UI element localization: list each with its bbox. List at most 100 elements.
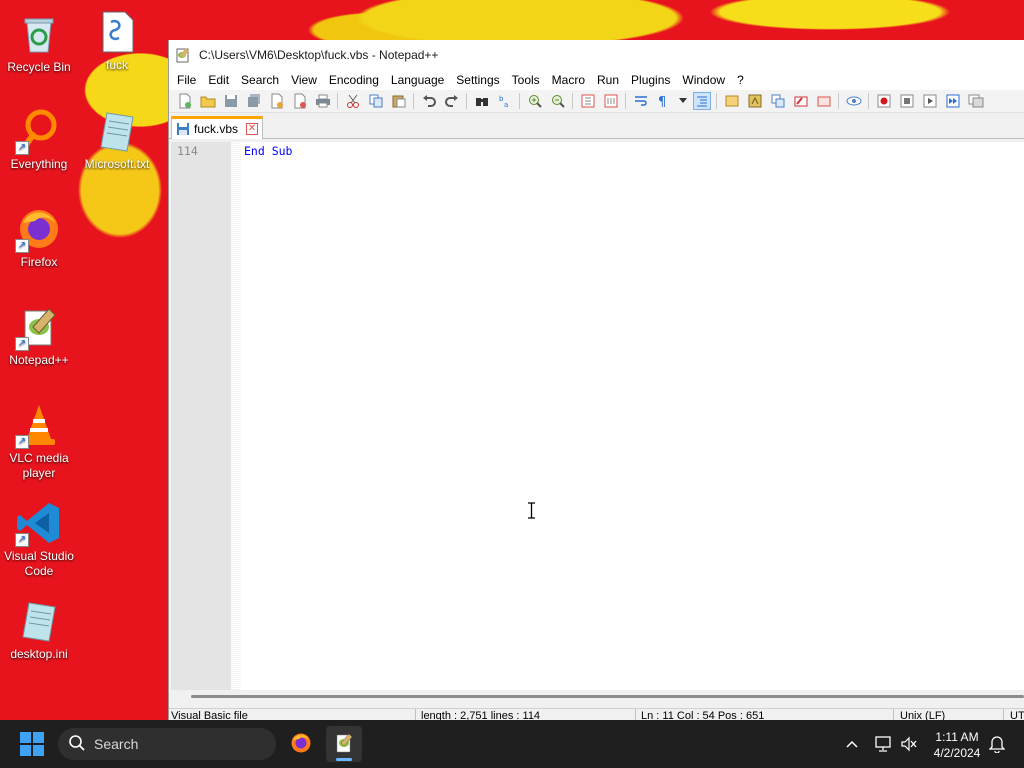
network-icon[interactable]: [873, 720, 893, 768]
menu-plugins[interactable]: Plugins: [625, 70, 676, 90]
desktop-icon-label: Notepad++: [9, 353, 69, 367]
desktop-icon-microsoft-txt[interactable]: Microsoft.txt: [78, 107, 156, 172]
windows-logo-icon: [20, 745, 31, 756]
desktop-icon-vscode[interactable]: ↗ Visual Studio Code: [0, 499, 78, 579]
find-icon[interactable]: [473, 92, 491, 110]
save-icon[interactable]: [222, 92, 240, 110]
line-number-gutter: 114: [171, 142, 231, 690]
search-icon: [68, 734, 86, 755]
scrollbar-thumb[interactable]: [191, 695, 1024, 698]
desktop-icon-notepadpp[interactable]: ↗ Notepad++: [0, 303, 78, 368]
show-all-characters-icon[interactable]: ¶: [655, 92, 673, 110]
tab-label: fuck.vbs: [194, 122, 239, 136]
menu-tools[interactable]: Tools: [506, 70, 546, 90]
menu-language[interactable]: Language: [385, 70, 450, 90]
code-line[interactable]: End Sub: [244, 144, 292, 158]
toolbar-separator: [716, 93, 717, 109]
menu-help[interactable]: ?: [731, 70, 750, 90]
menu-search[interactable]: Search: [235, 70, 285, 90]
recycle-bin-icon: [15, 10, 63, 58]
clock-date: 4/2/2024: [933, 746, 981, 760]
macro-stop-icon[interactable]: [898, 92, 916, 110]
new-file-icon[interactable]: [176, 92, 194, 110]
open-file-icon[interactable]: [199, 92, 217, 110]
desktop-icon-label: Recycle Bin: [7, 60, 71, 74]
search-label: Search: [94, 736, 139, 752]
macro-run-multiple-icon[interactable]: [944, 92, 962, 110]
menu-window[interactable]: Window: [676, 70, 731, 90]
close-all-icon[interactable]: [291, 92, 309, 110]
paste-icon[interactable]: [390, 92, 408, 110]
text-editor[interactable]: 114 End Sub: [171, 142, 1024, 690]
clock-time: 1:11 AM: [935, 730, 979, 744]
desktop-icon-everything[interactable]: ↗ Everything: [0, 107, 78, 172]
folder-as-workspace-icon[interactable]: [792, 92, 810, 110]
macro-record-icon[interactable]: [875, 92, 893, 110]
monitoring-icon[interactable]: [815, 92, 833, 110]
status-bar: Visual Basic file length : 2,751 lines :…: [169, 708, 1024, 720]
save-all-icon[interactable]: [245, 92, 263, 110]
desktop-icon-label: VLC media player: [9, 451, 69, 480]
zoom-out-icon[interactable]: [549, 92, 567, 110]
taskbar-notepadpp[interactable]: [326, 726, 362, 762]
horizontal-scrollbar[interactable]: [171, 690, 1024, 707]
toolbar-separator: [625, 93, 626, 109]
status-encoding: UTF-8: [1010, 710, 1024, 720]
start-button[interactable]: [20, 732, 44, 756]
user-defined-language-icon[interactable]: [723, 92, 741, 110]
zoom-in-icon[interactable]: [526, 92, 544, 110]
desktop-icon-desktop-ini[interactable]: desktop.ini: [0, 597, 78, 662]
sync-horizontal-icon[interactable]: [602, 92, 620, 110]
shortcut-arrow-icon: ↗: [15, 533, 29, 547]
volume-muted-icon[interactable]: [899, 720, 919, 768]
macro-save-icon[interactable]: [967, 92, 985, 110]
redo-icon[interactable]: [443, 92, 461, 110]
desktop-icon-label: Everything: [10, 157, 68, 171]
text-cursor-icon: [527, 502, 536, 519]
menu-macro[interactable]: Macro: [546, 70, 591, 90]
menu-bar: File Edit Search View Encoding Language …: [169, 70, 1024, 90]
replace-icon[interactable]: ba: [496, 92, 514, 110]
taskbar-firefox[interactable]: [283, 726, 319, 762]
dropdown-arrow-icon[interactable]: [678, 92, 688, 110]
shortcut-arrow-icon: ↗: [15, 337, 29, 351]
tray-overflow-chevron-icon[interactable]: [842, 720, 862, 768]
menu-settings[interactable]: Settings: [450, 70, 505, 90]
status-separator: [1003, 709, 1004, 720]
svg-text:¶: ¶: [658, 95, 666, 108]
toolbar-separator: [413, 93, 414, 109]
macro-play-icon[interactable]: [921, 92, 939, 110]
word-wrap-icon[interactable]: [632, 92, 650, 110]
menu-run[interactable]: Run: [591, 70, 625, 90]
desktop-icon-fuck-vbs[interactable]: fuck: [78, 8, 156, 73]
indent-guide-icon[interactable]: [692, 92, 711, 110]
cut-icon[interactable]: [344, 92, 362, 110]
copy-icon[interactable]: [367, 92, 385, 110]
desktop-icon-label: Firefox: [20, 255, 58, 269]
menu-encoding[interactable]: Encoding: [323, 70, 385, 90]
menu-edit[interactable]: Edit: [202, 70, 235, 90]
desktop-icon-firefox[interactable]: ↗ Firefox: [0, 205, 78, 270]
close-file-icon[interactable]: [268, 92, 286, 110]
desktop-icon-recycle-bin[interactable]: Recycle Bin: [0, 10, 78, 75]
shortcut-arrow-icon: ↗: [15, 435, 29, 449]
eye-icon[interactable]: [845, 92, 863, 110]
tab-fuck-vbs[interactable]: fuck.vbs ✕: [171, 116, 263, 139]
taskbar-search-box[interactable]: Search: [58, 728, 276, 760]
doc-map-icon[interactable]: [746, 92, 764, 110]
toolbar-separator: [868, 93, 869, 109]
shortcut-arrow-icon: ↗: [15, 141, 29, 155]
undo-icon[interactable]: [420, 92, 438, 110]
menu-view[interactable]: View: [285, 70, 323, 90]
system-clock[interactable]: 1:11 AM 4/2/2024: [924, 729, 990, 761]
tab-close-icon[interactable]: ✕: [246, 123, 259, 135]
menu-file[interactable]: File: [171, 70, 202, 90]
function-list-icon[interactable]: [769, 92, 787, 110]
print-icon[interactable]: [314, 92, 332, 110]
notification-bell-icon[interactable]: [987, 720, 1007, 768]
fold-margin[interactable]: [231, 142, 241, 690]
window-titlebar[interactable]: C:\Users\VM6\Desktop\fuck.vbs - Notepad+…: [169, 40, 1024, 70]
sync-vertical-icon[interactable]: [579, 92, 597, 110]
desktop-icon-vlc[interactable]: ↗ VLC media player: [0, 401, 78, 481]
windows-logo-icon: [33, 745, 44, 756]
